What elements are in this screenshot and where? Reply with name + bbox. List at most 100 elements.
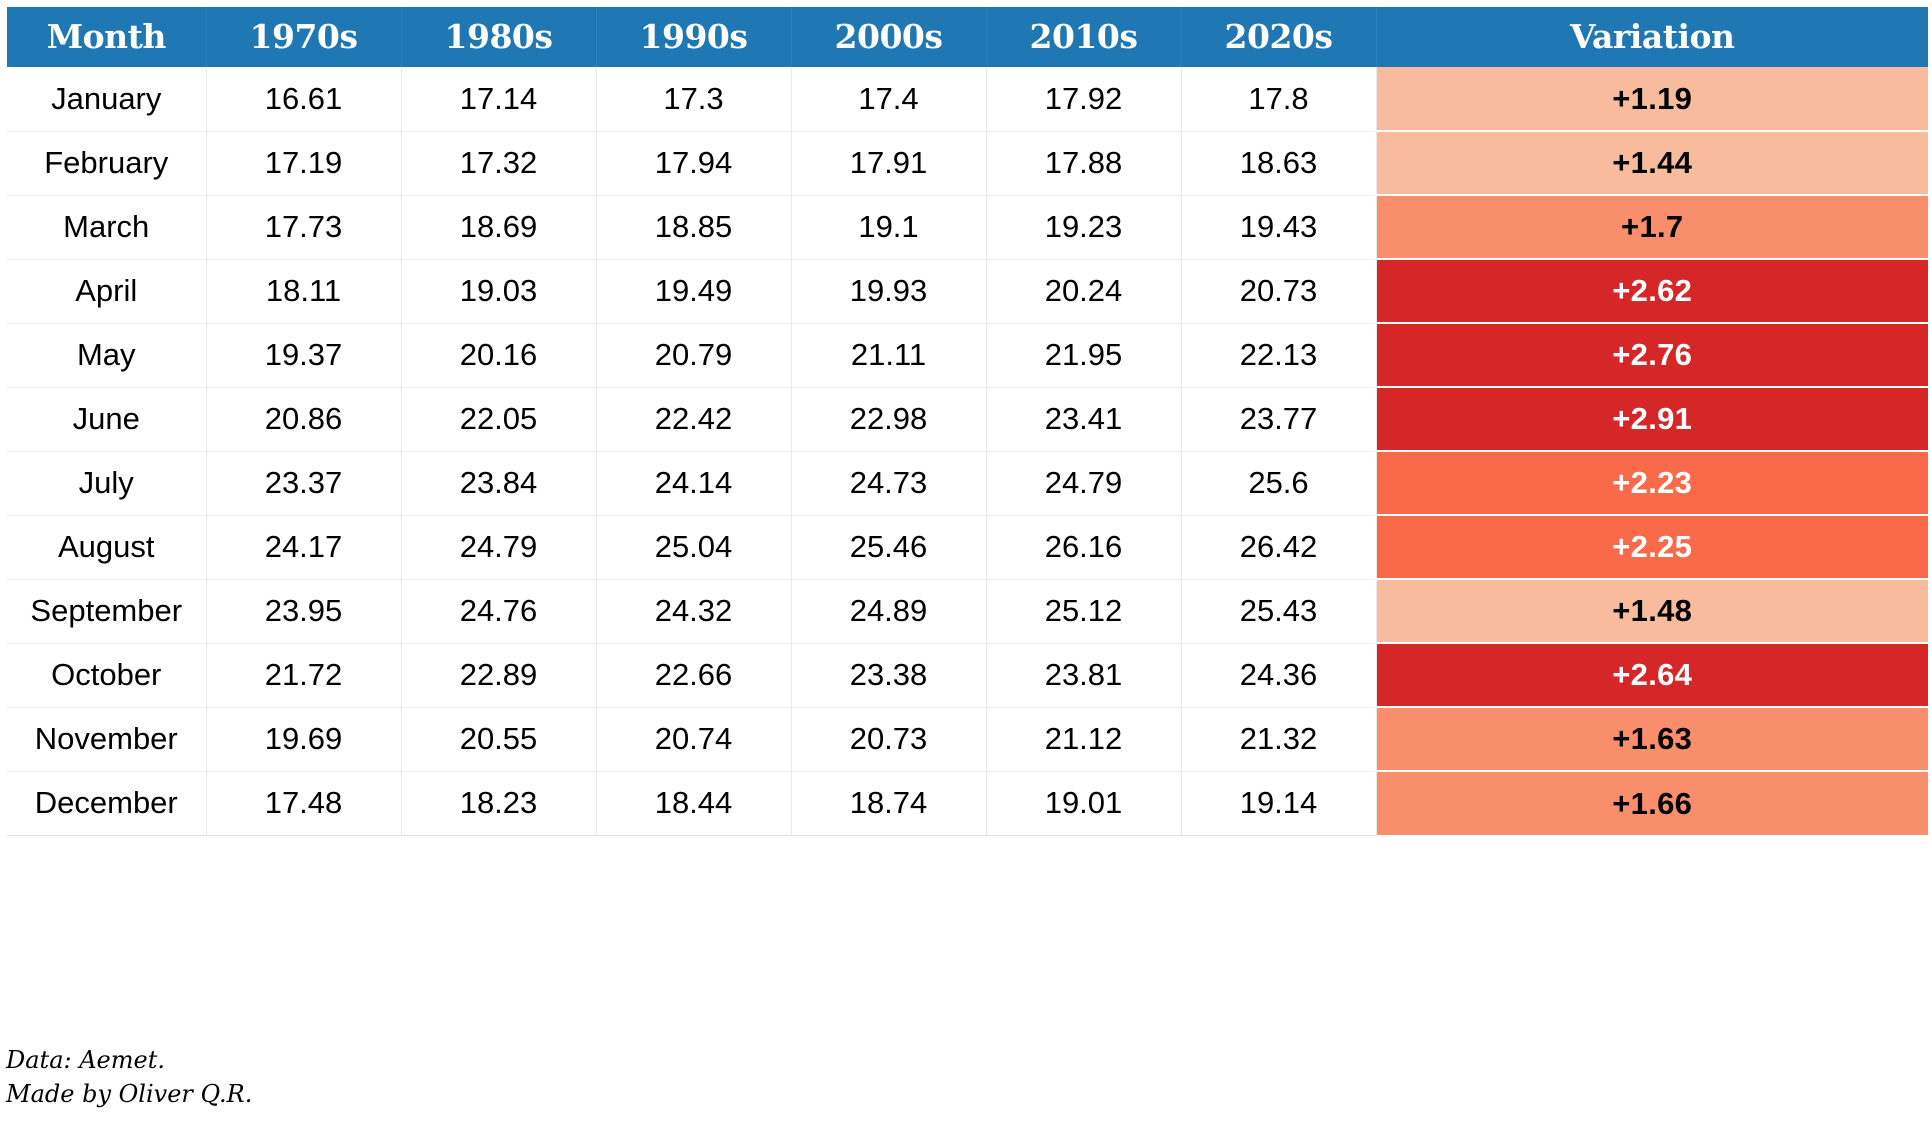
value-cell: 19.23	[986, 195, 1182, 260]
column-header-label: 1990s	[639, 17, 748, 56]
value-cell: 24.76	[401, 579, 597, 644]
value-cell: 23.38	[791, 643, 987, 708]
table-row: September 23.95 24.76 24.32 24.89 25.12 25.43 +…	[7, 579, 1928, 644]
variation-cell: +2.91	[1376, 387, 1928, 452]
value-cell: 24.36	[1181, 643, 1377, 708]
value-cell: 18.74	[791, 771, 987, 836]
value-cell: 21.11	[791, 323, 987, 388]
variation-cell: +2.62	[1376, 259, 1928, 324]
value-cell: 21.95	[986, 323, 1182, 388]
value-cell: 19.93	[791, 259, 987, 324]
column-header-label: Variation	[1569, 17, 1735, 56]
month-cell: April	[7, 259, 207, 324]
value-cell: 17.19	[206, 131, 402, 196]
variation-cell: +1.66	[1376, 771, 1928, 835]
value-cell: 21.72	[206, 643, 402, 708]
value-cell: 23.81	[986, 643, 1182, 708]
value-cell: 19.03	[401, 259, 597, 324]
value-cell: 25.46	[791, 515, 987, 580]
column-header-1980s[interactable]: 1980s	[401, 7, 597, 67]
value-cell: 17.94	[596, 131, 792, 196]
value-cell: 18.44	[596, 771, 792, 836]
value-cell: 17.3	[596, 67, 792, 132]
value-cell: 17.14	[401, 67, 597, 132]
value-cell: 24.79	[401, 515, 597, 580]
value-cell: 22.98	[791, 387, 987, 452]
column-header-variation[interactable]: Variation	[1376, 7, 1928, 67]
month-cell: February	[7, 131, 207, 196]
value-cell: 22.66	[596, 643, 792, 708]
value-cell: 19.01	[986, 771, 1182, 836]
month-cell: October	[7, 643, 207, 708]
value-cell: 17.48	[206, 771, 402, 836]
value-cell: 22.89	[401, 643, 597, 708]
value-cell: 19.14	[1181, 771, 1377, 836]
value-cell: 24.17	[206, 515, 402, 580]
column-header-1990s[interactable]: 1990s	[596, 7, 792, 67]
value-cell: 18.69	[401, 195, 597, 260]
table-row: April 18.11 19.03 19.49 19.93 20.24 20.73 +2.62	[7, 259, 1928, 324]
table-row: May 19.37 20.16 20.79 21.11 21.95 22.13 +2.76	[7, 323, 1928, 388]
value-cell: 24.14	[596, 451, 792, 516]
month-cell: September	[7, 579, 207, 644]
value-cell: 18.85	[596, 195, 792, 260]
variation-cell: +1.19	[1376, 67, 1928, 132]
value-cell: 20.73	[1181, 259, 1377, 324]
table-row: November 19.69 20.55 20.74 20.73 21.12 21.32 +1…	[7, 707, 1928, 772]
value-cell: 19.1	[791, 195, 987, 260]
variation-cell: +2.25	[1376, 515, 1928, 580]
value-cell: 17.88	[986, 131, 1182, 196]
footer-author: Made by Oliver Q.R.	[6, 1080, 253, 1108]
column-header-2010s[interactable]: 2010s	[986, 7, 1182, 67]
value-cell: 18.23	[401, 771, 597, 836]
value-cell: 25.12	[986, 579, 1182, 644]
value-cell: 23.77	[1181, 387, 1377, 452]
table-row: February 17.19 17.32 17.94 17.91 17.88 18.63 +1…	[7, 131, 1928, 196]
value-cell: 21.12	[986, 707, 1182, 772]
table-row: June 20.86 22.05 22.42 22.98 23.41 23.77 +2.91	[7, 387, 1928, 452]
column-header-2000s[interactable]: 2000s	[791, 7, 987, 67]
value-cell: 18.63	[1181, 131, 1377, 196]
table-row: March 17.73 18.69 18.85 19.1 19.23 19.43 +1.7	[7, 195, 1928, 260]
table-row: October 21.72 22.89 22.66 23.38 23.81 24.36 +2.…	[7, 643, 1928, 708]
value-cell: 25.6	[1181, 451, 1377, 516]
footer-data-source: Data: Aemet.	[6, 1046, 165, 1074]
value-cell: 19.37	[206, 323, 402, 388]
value-cell: 25.43	[1181, 579, 1377, 644]
column-header-2020s[interactable]: 2020s	[1181, 7, 1377, 67]
temperature-table: Month 1970s 1980s 1990s 2000s 2010s 2020s Varia…	[7, 7, 1928, 836]
table-row: August 24.17 24.79 25.04 25.46 26.16 26.42 +2.2…	[7, 515, 1928, 580]
value-cell: 17.8	[1181, 67, 1377, 132]
variation-cell: +1.7	[1376, 195, 1928, 260]
variation-cell: +2.76	[1376, 323, 1928, 388]
month-cell: November	[7, 707, 207, 772]
variation-cell: +1.63	[1376, 707, 1928, 772]
value-cell: 17.32	[401, 131, 597, 196]
value-cell: 22.13	[1181, 323, 1377, 388]
table-row: January 16.61 17.14 17.3 17.4 17.92 17.8 +1.19	[7, 67, 1928, 132]
column-header-label: Month	[46, 17, 167, 56]
column-header-label: 2010s	[1029, 17, 1138, 56]
column-header-label: 2020s	[1224, 17, 1333, 56]
column-header-label: 1970s	[249, 17, 358, 56]
column-header-label: 1980s	[444, 17, 553, 56]
value-cell: 19.69	[206, 707, 402, 772]
value-cell: 26.16	[986, 515, 1182, 580]
footer-credits: Data: Aemet. Made by Oliver Q.R.	[6, 1043, 252, 1111]
value-cell: 21.32	[1181, 707, 1377, 772]
value-cell: 20.24	[986, 259, 1182, 324]
value-cell: 19.49	[596, 259, 792, 324]
value-cell: 23.41	[986, 387, 1182, 452]
table-header: Month 1970s 1980s 1990s 2000s 2010s 2020s Varia…	[7, 7, 1928, 67]
value-cell: 20.79	[596, 323, 792, 388]
column-header-1970s[interactable]: 1970s	[206, 7, 402, 67]
month-cell: December	[7, 771, 207, 836]
variation-cell: +2.23	[1376, 451, 1928, 516]
value-cell: 17.91	[791, 131, 987, 196]
column-header-label: 2000s	[834, 17, 943, 56]
value-cell: 20.74	[596, 707, 792, 772]
value-cell: 19.43	[1181, 195, 1377, 260]
value-cell: 24.79	[986, 451, 1182, 516]
column-header-month[interactable]: Month	[7, 7, 207, 67]
variation-cell: +1.44	[1376, 131, 1928, 196]
